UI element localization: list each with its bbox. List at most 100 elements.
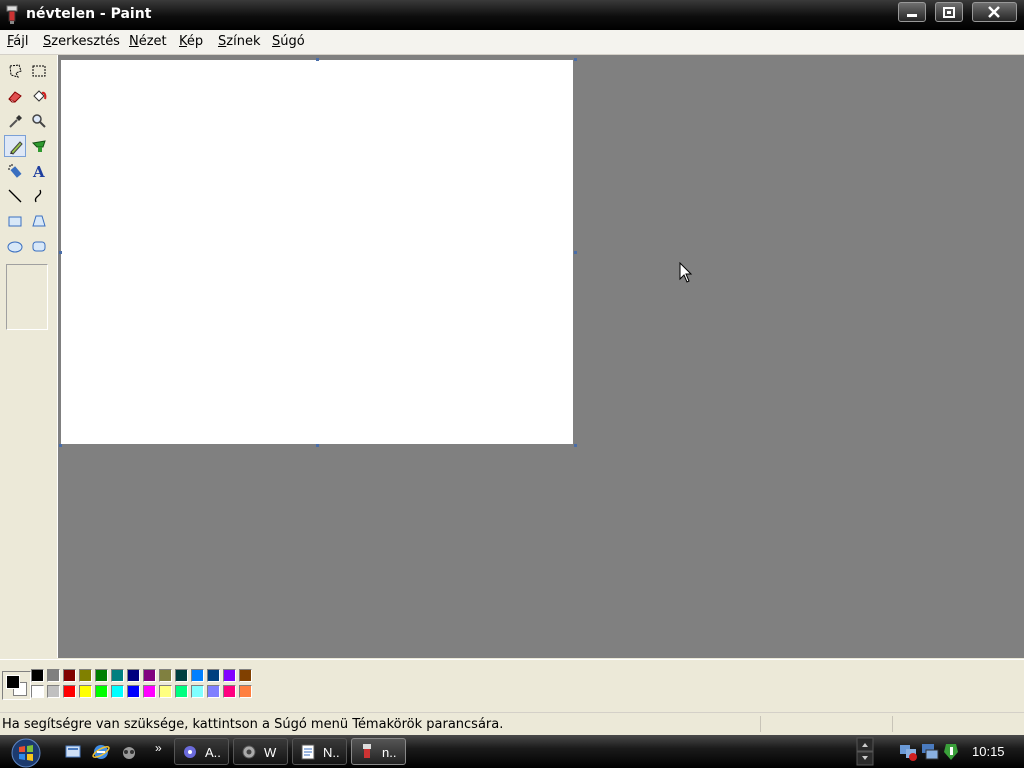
tool-pick-color[interactable] [4,110,26,132]
tool-brush[interactable] [28,135,50,157]
status-help-text: Ha segítségre van szüksége, kattintson a… [2,717,504,732]
tool-ellipse[interactable] [4,235,26,257]
palette-swatch[interactable] [47,685,60,698]
palette-swatch[interactable] [175,685,188,698]
paint-app-icon [6,5,18,24]
palette-swatch[interactable] [127,669,140,682]
taskbar-button-notepad[interactable]: N.. [292,738,347,765]
palette-swatch[interactable] [79,685,92,698]
palette-swatch[interactable] [223,669,236,682]
palette-swatch[interactable] [159,669,172,682]
palette-swatch[interactable] [95,669,108,682]
paint-icon [363,744,371,758]
palette-swatch[interactable] [207,685,220,698]
tool-fill[interactable] [28,85,50,107]
start-button-icon[interactable] [6,736,46,768]
palette-swatch[interactable] [175,669,188,682]
tool-options-box[interactable] [6,264,48,330]
app-icon [184,746,196,758]
palette-swatch[interactable] [127,685,140,698]
drawing-canvas[interactable] [61,60,573,444]
tool-free-form-select[interactable] [4,60,26,82]
menu-bar: Fájl Szerkesztés Nézet Kép Színek Súgó [0,30,1024,55]
taskbar-button-app[interactable]: A.. [174,738,229,765]
palette-swatch[interactable] [31,669,44,682]
close-button[interactable] [972,2,1017,22]
title-bar: névtelen - Paint [0,0,1024,30]
display-icon[interactable] [920,742,940,762]
foreground-color-swatch[interactable] [6,675,20,689]
color-box [0,659,1024,712]
palette-swatch[interactable] [143,669,156,682]
palette-swatch[interactable] [47,669,60,682]
ellipse-icon [7,241,23,253]
menu-image[interactable]: Kép [179,34,203,49]
palette-swatch[interactable] [191,669,204,682]
current-colors[interactable] [2,671,31,700]
eraser-icon [8,91,22,103]
resize-handle-left[interactable] [59,251,62,254]
tool-eraser[interactable] [4,85,26,107]
status-pane-size [892,716,893,732]
curve-icon [34,189,42,203]
menu-view[interactable]: Nézet [129,34,167,49]
media-icon[interactable] [120,743,138,761]
network-status-icon[interactable] [898,742,920,762]
palette-swatch[interactable] [111,685,124,698]
palette-swatch[interactable] [223,685,236,698]
palette-swatch[interactable] [95,685,108,698]
taskbar-scroll-arrows-icon[interactable] [856,737,874,766]
tool-rounded-rectangle[interactable] [28,235,50,257]
toolbox: A [0,55,58,658]
palette-swatch[interactable] [63,669,76,682]
taskbar-button-paint[interactable]: n.. [351,738,406,765]
rounded-rect-icon [32,241,46,252]
tool-rectangle[interactable] [4,210,26,232]
palette-swatch[interactable] [239,669,252,682]
palette-swatch[interactable] [191,685,204,698]
palette-swatch[interactable] [143,685,156,698]
ie-icon[interactable] [92,743,110,761]
menu-edit[interactable]: Szerkesztés [43,34,120,49]
tool-pencil[interactable] [4,135,26,157]
tool-curve[interactable] [28,185,50,207]
settings-icon [242,745,256,759]
security-icon[interactable] [942,742,962,762]
resize-handle-right[interactable] [574,251,577,254]
tool-select[interactable] [28,60,50,82]
rect-select-icon [32,65,46,77]
polygon-icon [32,215,46,227]
quick-launch-more-button[interactable]: » [155,741,162,755]
tool-airbrush[interactable] [4,160,26,182]
palette-swatch[interactable] [111,669,124,682]
restore-button[interactable] [935,2,963,22]
menu-help[interactable]: Súgó [272,34,305,49]
taskbar: » A.. W N.. n.. 10:15 [0,735,1024,768]
tool-text[interactable]: A [28,160,50,182]
resize-handle-bottom[interactable] [316,444,319,447]
menu-file[interactable]: Fájl [7,34,29,49]
tool-magnifier[interactable] [28,110,50,132]
minimize-button[interactable] [898,2,926,22]
tool-line[interactable] [4,185,26,207]
palette-swatch[interactable] [207,669,220,682]
resize-handle-bottom-left[interactable] [59,444,62,447]
canvas-workspace [58,55,1024,658]
clock: 10:15 [972,744,1005,759]
show-desktop-icon[interactable] [64,743,82,761]
magnifier-icon [32,114,46,128]
taskbar-button-settings[interactable]: W [233,738,288,765]
resize-handle-top-right[interactable] [574,58,577,61]
palette-swatch[interactable] [159,685,172,698]
palette-swatch[interactable] [63,685,76,698]
resize-handle-top[interactable] [316,58,319,61]
tool-polygon[interactable] [28,210,50,232]
palette-swatch[interactable] [79,669,92,682]
status-pane-coords [760,716,761,732]
palette-swatch[interactable] [239,685,252,698]
menu-colors[interactable]: Színek [218,34,260,49]
resize-handle-bottom-right[interactable] [574,444,577,447]
notepad-icon [301,744,315,760]
rectangle-icon [8,216,22,227]
palette-swatch[interactable] [31,685,44,698]
